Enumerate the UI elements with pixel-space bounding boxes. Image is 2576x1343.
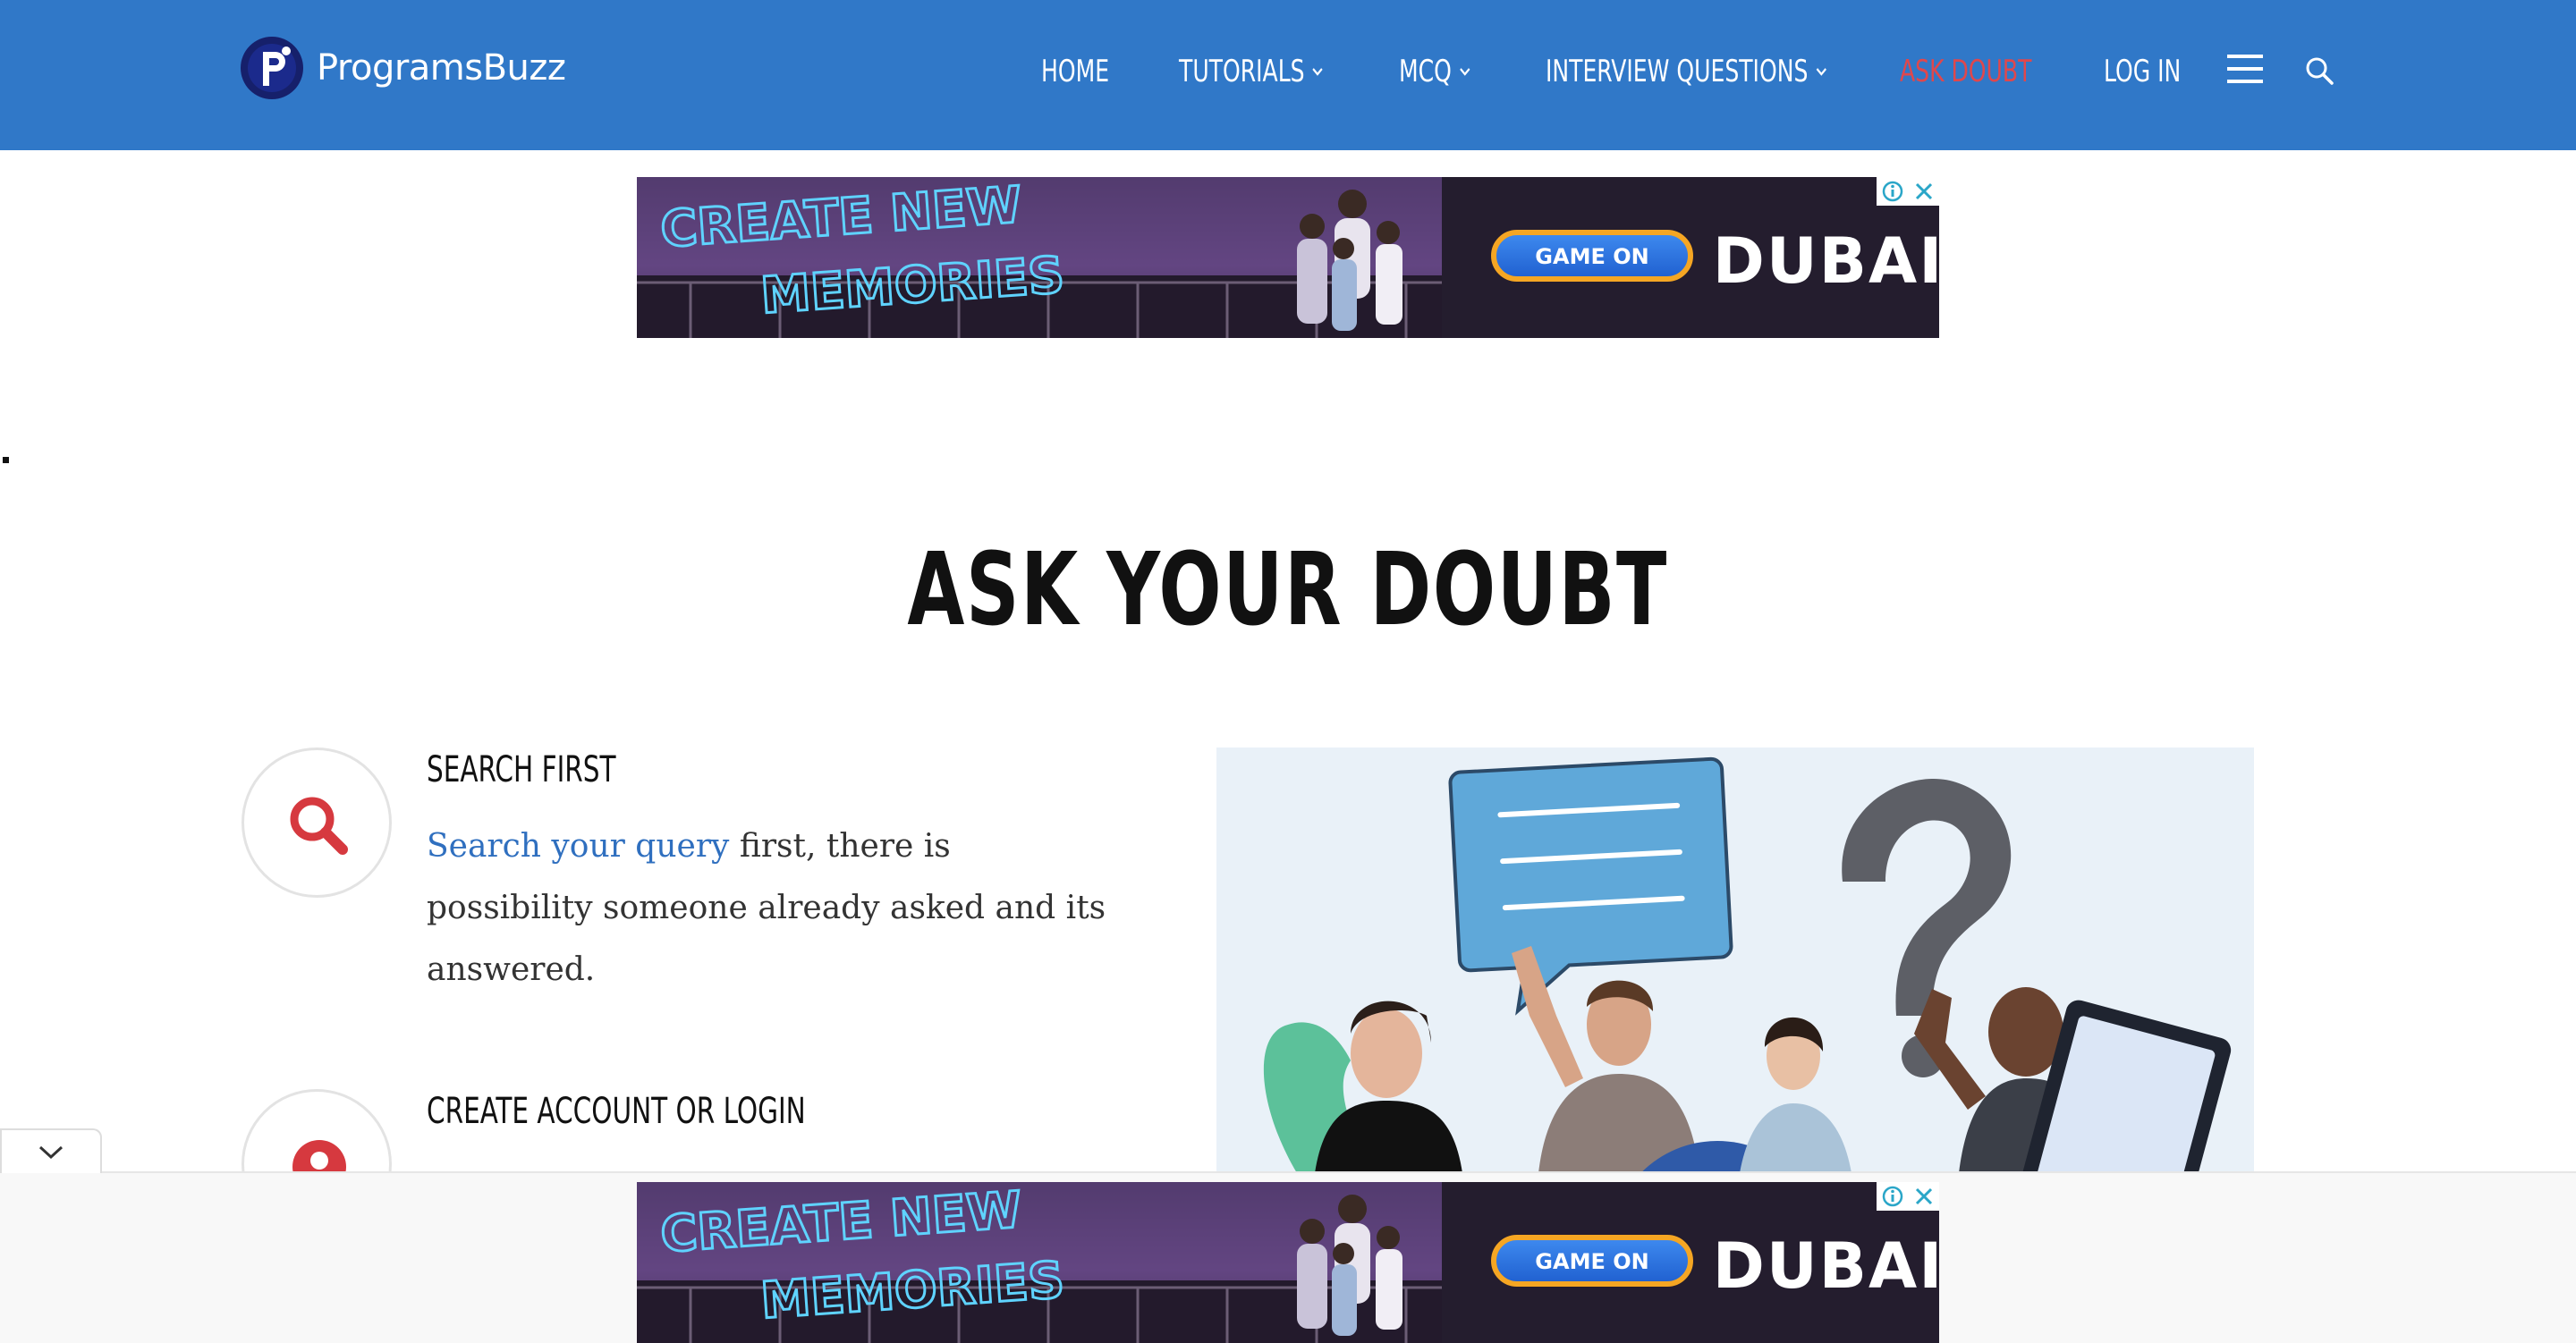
nav-interview-questions[interactable]: INTERVIEW QUESTIONS bbox=[1546, 52, 1828, 91]
nav-log-in-label: LOG IN bbox=[2104, 54, 2182, 89]
info-icon[interactable] bbox=[1881, 1185, 1904, 1208]
nav-tutorials[interactable]: TUTORIALS bbox=[1179, 52, 1326, 91]
ad-cta: GAME ON bbox=[1535, 244, 1648, 269]
stray-dot bbox=[3, 457, 9, 463]
nav-log-in[interactable]: LOG IN bbox=[2104, 52, 2181, 91]
chevron-down-icon bbox=[1816, 68, 1826, 76]
nav-home-label: HOME bbox=[1041, 54, 1110, 89]
nav-mcq-label: MCQ bbox=[1399, 54, 1452, 89]
nav-interview-questions-label: INTERVIEW QUESTIONS bbox=[1546, 54, 1809, 89]
ad-brand: DUBAI bbox=[1713, 224, 1939, 298]
search-icon bbox=[290, 797, 348, 855]
nav-ask-doubt-label: ASK DOUBT bbox=[1900, 54, 2032, 89]
ad-cta: GAME ON bbox=[1535, 1249, 1648, 1274]
info-icon[interactable] bbox=[1881, 180, 1904, 203]
collapse-ad-button[interactable] bbox=[0, 1128, 102, 1173]
step-heading-search: SEARCH FIRST bbox=[427, 749, 616, 790]
ad-graphic: CREATE NEW MEMORIES GAME ON DUBAI bbox=[637, 1182, 1939, 1343]
hamburger-icon[interactable] bbox=[2227, 55, 2263, 83]
ad-controls bbox=[1877, 177, 1939, 206]
chevron-down-icon bbox=[1460, 68, 1470, 76]
step-heading-account: CREATE ACCOUNT OR LOGIN bbox=[427, 1091, 806, 1132]
ad-banner-bottom[interactable]: CREATE NEW MEMORIES GAME ON DUBAI bbox=[637, 1182, 1939, 1343]
chevron-down-icon bbox=[1312, 68, 1324, 76]
nav-tutorials-label: TUTORIALS bbox=[1179, 54, 1305, 89]
nav-mcq[interactable]: MCQ bbox=[1399, 52, 1472, 91]
ad-controls bbox=[1877, 1182, 1939, 1211]
nav-home[interactable]: HOME bbox=[1041, 52, 1109, 91]
step-search-circle bbox=[242, 748, 392, 898]
brand-name: ProgramsBuzz bbox=[317, 47, 566, 89]
page-title: ASK YOUR DOUBT bbox=[907, 532, 1669, 648]
nav-ask-doubt[interactable]: ASK DOUBT bbox=[1900, 52, 2031, 91]
step-body-search: Search your query first, there is possib… bbox=[427, 815, 1106, 1001]
chevron-down-icon bbox=[38, 1145, 64, 1160]
doubt-illustration bbox=[1216, 748, 2254, 1173]
ad-brand: DUBAI bbox=[1713, 1229, 1939, 1303]
ad-graphic: CREATE NEW MEMORIES GAME ON DUBAI bbox=[637, 177, 1939, 338]
brand-logo[interactable]: ProgramsBuzz bbox=[240, 36, 566, 100]
search-query-link[interactable]: Search your query bbox=[427, 828, 729, 865]
ad-banner-top[interactable]: CREATE NEW MEMORIES GAME ON DUBAI bbox=[637, 177, 1939, 338]
site-header: ProgramsBuzz HOME TUTORIALS MCQ INTERVIE… bbox=[0, 0, 2576, 150]
close-icon[interactable] bbox=[1913, 181, 1935, 202]
people-with-question-image bbox=[1216, 748, 2254, 1173]
search-icon[interactable] bbox=[2304, 55, 2334, 86]
logo-mark-icon bbox=[241, 37, 303, 99]
close-icon[interactable] bbox=[1913, 1186, 1935, 1207]
